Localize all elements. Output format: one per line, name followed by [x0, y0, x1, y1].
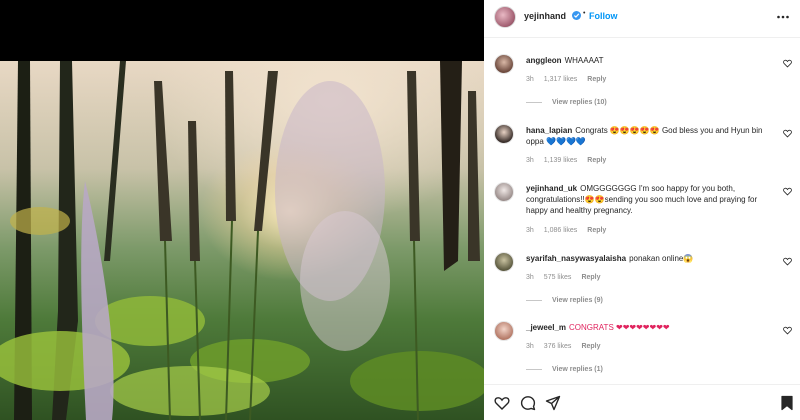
view-replies-label: View replies (1) — [552, 366, 603, 373]
post-header: yejinhand • Follow — [484, 0, 800, 38]
verified-badge-icon — [572, 11, 581, 20]
commenter-avatar[interactable] — [494, 124, 514, 144]
comment-username[interactable]: syarifah_nasywasyalaisha — [526, 254, 626, 263]
view-replies-button[interactable]: View replies (10) — [526, 99, 607, 106]
comment-meta: 3h 376 likes Reply — [526, 343, 611, 350]
comment-likes[interactable]: 1,139 likes — [544, 157, 577, 164]
comment-text: yejinhand_uk OMGGGGGGG I'm soo happy for … — [526, 183, 774, 216]
comment-body: WHAAAAT — [564, 56, 604, 65]
replies-line — [526, 101, 542, 103]
commenter-avatar[interactable] — [494, 182, 514, 202]
like-comment-heart-icon[interactable] — [783, 129, 792, 138]
comment-body: ponakan online😱 — [629, 254, 694, 263]
like-comment-heart-icon[interactable] — [783, 59, 792, 68]
reply-button[interactable]: Reply — [587, 157, 606, 164]
comment-body: CONGRATS ❤❤❤❤❤❤❤❤ — [569, 323, 670, 332]
comment-time: 3h — [526, 274, 534, 281]
share-icon[interactable] — [545, 395, 561, 411]
comment-username[interactable]: hana_lapian — [526, 126, 572, 135]
comment-time: 3h — [526, 157, 534, 164]
comment-username[interactable]: _jeweel_m — [526, 323, 566, 332]
reply-button[interactable]: Reply — [587, 76, 606, 83]
owner-username[interactable]: yejinhand — [524, 11, 566, 21]
comment-likes[interactable]: 376 likes — [544, 343, 572, 350]
header-separator: • — [583, 10, 586, 17]
reply-button[interactable]: Reply — [587, 227, 606, 234]
bookmark-icon[interactable] — [779, 395, 795, 411]
flower-photo-art — [0, 61, 484, 420]
comment-time: 3h — [526, 76, 534, 83]
view-replies-label: View replies (9) — [552, 297, 603, 304]
comment-icon[interactable] — [520, 395, 536, 411]
like-comment-heart-icon[interactable] — [783, 326, 792, 335]
comment-time: 3h — [526, 343, 534, 350]
comments-panel: yejinhand • Follow anggleon WHAAAAT 3h 1,3… — [484, 0, 800, 420]
comment-likes[interactable]: 1,317 likes — [544, 76, 577, 83]
comment-likes[interactable]: 1,086 likes — [544, 227, 577, 234]
heart-icon[interactable] — [494, 395, 510, 411]
comment-meta: 3h 1,086 likes Reply — [526, 227, 616, 234]
comment-likes[interactable]: 575 likes — [544, 274, 572, 281]
comment-username[interactable]: anggleon — [526, 56, 562, 65]
comment-list[interactable]: anggleon WHAAAAT 3h 1,317 likes Reply View … — [484, 38, 800, 384]
replies-line — [526, 299, 542, 301]
post-media[interactable] — [0, 0, 484, 420]
comment-meta: 3h 1,317 likes Reply — [526, 76, 616, 83]
comment-text: anggleon WHAAAAT — [526, 55, 774, 66]
comment-text: _jeweel_m CONGRATS ❤❤❤❤❤❤❤❤ — [526, 322, 774, 333]
view-replies-label: View replies (10) — [552, 99, 607, 106]
follow-button[interactable]: Follow — [589, 11, 618, 21]
more-horizontal-icon[interactable] — [776, 10, 790, 24]
like-comment-heart-icon[interactable] — [783, 257, 792, 266]
commenter-avatar[interactable] — [494, 252, 514, 272]
view-replies-button[interactable]: View replies (1) — [526, 366, 603, 373]
view-replies-button[interactable]: View replies (9) — [526, 297, 603, 304]
reply-button[interactable]: Reply — [581, 274, 600, 281]
comment-meta: 3h 1,139 likes Reply — [526, 157, 616, 164]
post-action-bar — [484, 384, 800, 420]
comment-text: hana_lapian Congrats 😍😍😍😍😍 God bless you … — [526, 125, 774, 147]
owner-avatar[interactable] — [494, 6, 516, 28]
like-comment-heart-icon[interactable] — [783, 187, 792, 196]
comment-meta: 3h 575 likes Reply — [526, 274, 611, 281]
comment-time: 3h — [526, 227, 534, 234]
reply-button[interactable]: Reply — [581, 343, 600, 350]
replies-line — [526, 368, 542, 370]
comment-username[interactable]: yejinhand_uk — [526, 184, 577, 193]
commenter-avatar[interactable] — [494, 321, 514, 341]
commenter-avatar[interactable] — [494, 54, 514, 74]
comment-text: syarifah_nasywasyalaisha ponakan online😱 — [526, 253, 774, 264]
post-photo[interactable] — [0, 61, 484, 420]
